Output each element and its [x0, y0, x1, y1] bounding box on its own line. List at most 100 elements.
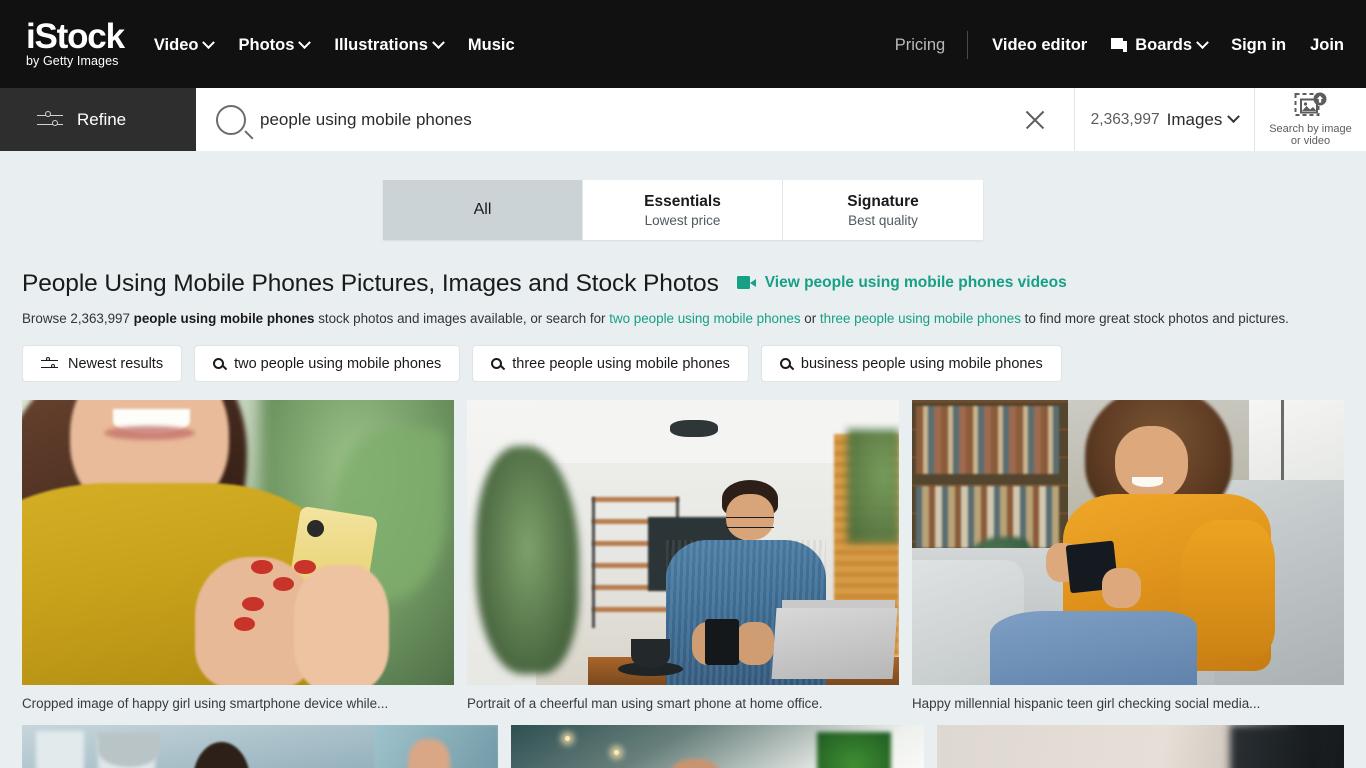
browse-description: Browse 2,363,997 people using mobile pho…: [22, 310, 1344, 328]
sign-in-link[interactable]: Sign in: [1231, 36, 1286, 55]
chevron-down-icon: [298, 35, 312, 49]
browse-mid: stock photos and images available, or se…: [314, 311, 610, 326]
search-by-image-button[interactable]: Search by image or video: [1255, 88, 1366, 151]
image-upload-icon: [1294, 92, 1326, 116]
logo-wordmark: iStock: [26, 16, 125, 56]
filter-chip-row: Newest results two people using mobile p…: [22, 345, 1344, 382]
license-tier-tabs: All Essentials Lowest price Signature Be…: [0, 151, 1366, 240]
join-label: Join: [1310, 35, 1344, 54]
result-thumbnail[interactable]: [912, 400, 1344, 685]
chip-business-people[interactable]: business people using mobile phones: [760, 345, 1062, 382]
result-thumbnail[interactable]: [937, 725, 1344, 768]
results-grid-row-1: Cropped image of happy girl using smartp…: [22, 400, 1344, 711]
page-title: People Using Mobile Phones Pictures, Ima…: [22, 270, 719, 297]
tab-all-title: All: [473, 201, 492, 218]
search-icon: [213, 358, 225, 369]
search-bar: Refine 2,363,997 Images Search by image …: [0, 88, 1366, 151]
search-by-image-label-line1: Search by image: [1269, 122, 1352, 135]
top-navigation-bar: iStock by Getty Images Video Photos Illu…: [0, 0, 1366, 88]
boards-label: Boards: [1135, 35, 1193, 54]
asset-type-dropdown[interactable]: 2,363,997 Images: [1075, 88, 1255, 151]
chevron-down-icon: [1196, 35, 1209, 49]
chip-three-people[interactable]: three people using mobile phones: [472, 345, 749, 382]
search-field-container: [196, 88, 1075, 151]
video-editor-link[interactable]: Video editor: [992, 36, 1087, 55]
tab-signature-subtitle: Best quality: [848, 212, 918, 228]
chip-newest-results[interactable]: Newest results: [22, 345, 183, 382]
browse-suffix: to find more great stock photos and pict…: [1020, 311, 1289, 326]
secondary-nav: Pricing Video editor Boards Sign in Join: [895, 31, 1344, 59]
sliders-icon: [41, 357, 58, 370]
refine-button[interactable]: Refine: [0, 88, 196, 151]
nav-item-photos[interactable]: Photos: [238, 35, 312, 55]
sign-in-label: Sign in: [1231, 35, 1287, 54]
tab-signature-title: Signature: [847, 192, 919, 210]
view-videos-link[interactable]: View people using mobile phones videos: [736, 273, 1067, 292]
tab-all[interactable]: All: [383, 180, 583, 240]
nav-illustrations-label: Illustrations: [334, 35, 428, 54]
nav-item-music[interactable]: Music: [468, 36, 515, 55]
chip-label: three people using mobile phones: [512, 355, 730, 372]
chip-label: two people using mobile phones: [234, 355, 442, 372]
nav-video-label: Video: [153, 35, 199, 54]
chip-two-people[interactable]: two people using mobile phones: [194, 345, 461, 382]
result-count: 2,363,997: [1090, 110, 1160, 128]
result-caption[interactable]: Portrait of a cheerful man using smart p…: [467, 696, 899, 711]
nav-music-label: Music: [467, 35, 515, 54]
search-icon[interactable]: [216, 104, 246, 135]
chip-label: business people using mobile phones: [800, 355, 1043, 372]
browse-keyword: people using mobile phones: [129, 311, 315, 326]
search-input[interactable]: [260, 109, 1020, 130]
tab-essentials-title: Essentials: [644, 192, 721, 210]
refine-label: Refine: [77, 109, 127, 129]
search-by-image-label-line2: or video: [1290, 135, 1331, 147]
logo-tagline: by Getty Images: [26, 53, 119, 68]
tab-essentials[interactable]: Essentials Lowest price: [583, 180, 783, 240]
photo-man-denim-laptop-phone: [467, 400, 899, 685]
join-link[interactable]: Join: [1310, 36, 1344, 55]
tab-signature[interactable]: Signature Best quality: [783, 180, 983, 240]
result-item: Cropped image of happy girl using smartp…: [22, 400, 454, 711]
sliders-icon: [37, 111, 63, 129]
result-thumbnail[interactable]: [22, 400, 454, 685]
search-icon: [491, 358, 503, 369]
search-icon: [779, 358, 791, 369]
clear-search-icon[interactable]: [1020, 105, 1050, 135]
result-caption[interactable]: Cropped image of happy girl using smartp…: [22, 696, 454, 711]
asset-type-label: Images: [1166, 109, 1223, 129]
photo-office-man-meeting: [22, 725, 498, 768]
browse-link-two[interactable]: two people using mobile phones: [609, 311, 800, 326]
results-grid-row-2: [22, 725, 1344, 768]
nav-item-illustrations[interactable]: Illustrations: [334, 35, 445, 55]
result-item: Portrait of a cheerful man using smart p…: [467, 400, 899, 711]
browse-link-three[interactable]: three people using mobile phones: [820, 311, 1021, 326]
nav-item-video[interactable]: Video: [153, 35, 216, 55]
main-content: People Using Mobile Phones Pictures, Ima…: [0, 270, 1366, 768]
chip-label: Newest results: [68, 355, 164, 372]
nav-photos-label: Photos: [238, 35, 295, 54]
pricing-link[interactable]: Pricing: [895, 36, 945, 55]
photo-woman-yellow-shirt-phone: [22, 400, 454, 685]
result-item: Happy millennial hispanic teen girl chec…: [912, 400, 1344, 711]
photo-girl-orange-hoodie-sofa-phone: [912, 400, 1344, 685]
title-row: People Using Mobile Phones Pictures, Ima…: [22, 270, 1344, 298]
chevron-down-icon: [1227, 110, 1241, 124]
result-thumbnail[interactable]: [467, 400, 899, 685]
boards-menu[interactable]: Boards: [1111, 35, 1209, 55]
video-editor-label: Video editor: [992, 35, 1088, 54]
photo-closeup-hands-device: [937, 725, 1344, 768]
result-caption[interactable]: Happy millennial hispanic teen girl chec…: [912, 696, 1344, 711]
primary-nav: Video Photos Illustrations Music: [154, 36, 515, 55]
result-thumbnail[interactable]: [22, 725, 498, 768]
result-thumbnail[interactable]: [511, 725, 924, 768]
browse-conj: or: [800, 311, 820, 326]
nav-divider: [967, 31, 969, 59]
view-videos-label: View people using mobile phones videos: [764, 273, 1067, 291]
video-camera-icon: [736, 276, 756, 289]
boards-icon: [1111, 38, 1128, 52]
tab-essentials-subtitle: Lowest price: [644, 212, 721, 228]
chevron-down-icon: [432, 35, 445, 49]
istock-logo[interactable]: iStock by Getty Images: [26, 16, 125, 69]
photo-cafe-interior-person: [511, 725, 924, 768]
browse-prefix: Browse: [22, 311, 71, 326]
